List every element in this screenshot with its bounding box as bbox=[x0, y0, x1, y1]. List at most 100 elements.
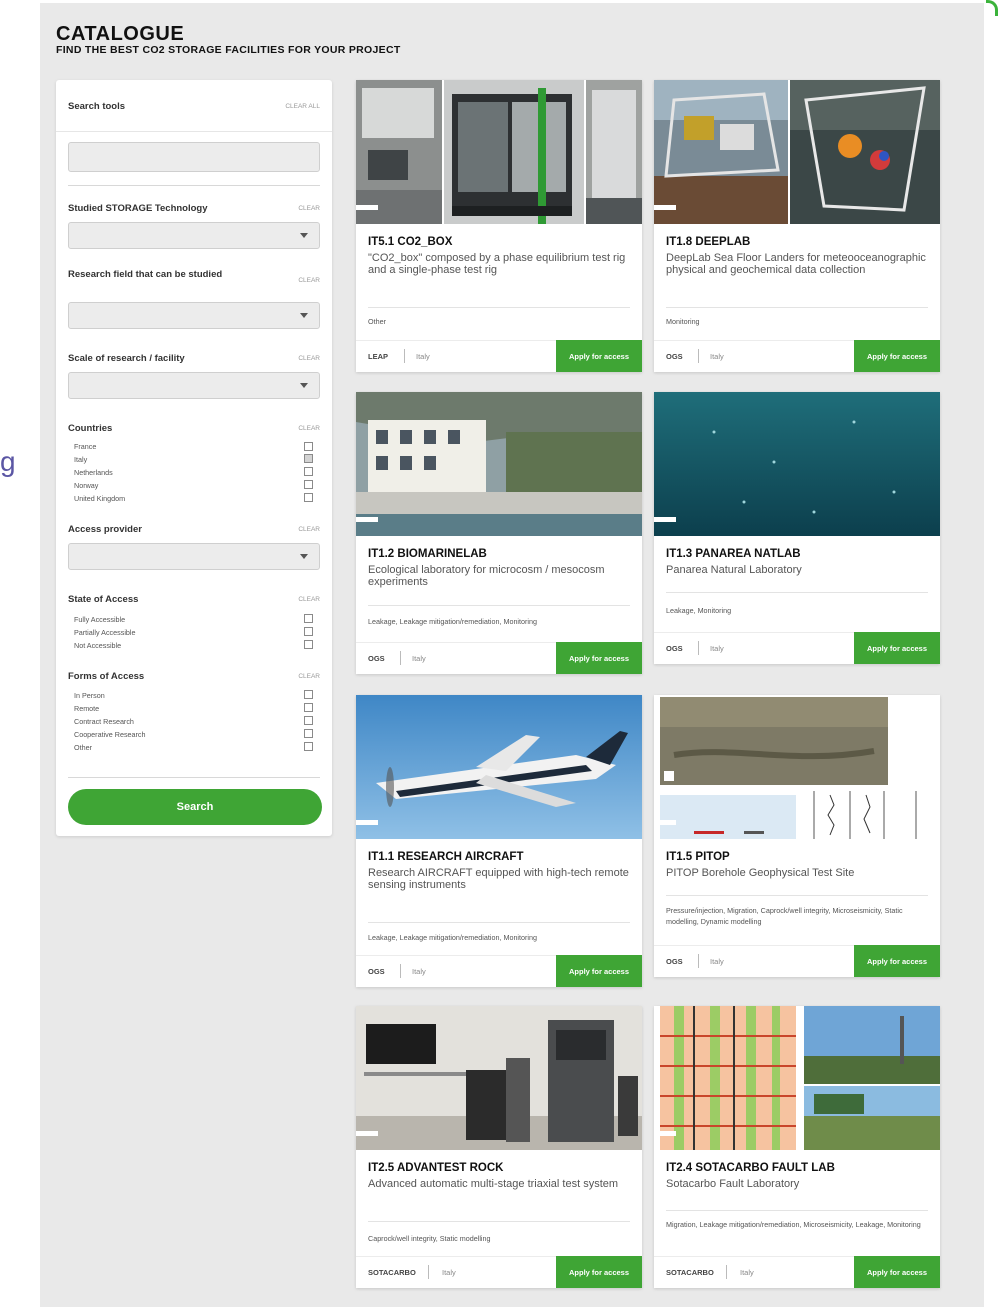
clear-storage-technology-link[interactable]: CLEAR bbox=[298, 205, 320, 212]
country-checkbox-italy[interactable] bbox=[304, 454, 313, 463]
provider-name: OGS bbox=[368, 967, 385, 976]
image-indicator bbox=[356, 517, 378, 522]
facility-research-tags: Leakage, Monitoring bbox=[666, 606, 732, 615]
state-option-label: Not Accessible bbox=[74, 641, 122, 650]
apply-for-access-button[interactable]: Apply for access bbox=[854, 945, 940, 977]
apply-for-access-button[interactable]: Apply for access bbox=[556, 340, 642, 372]
form-option-label: Other bbox=[74, 743, 92, 752]
provider-name: OGS bbox=[666, 352, 683, 361]
apply-for-access-button[interactable]: Apply for access bbox=[556, 955, 642, 987]
clear-research-field-link[interactable]: CLEAR bbox=[298, 277, 320, 284]
facility-image bbox=[356, 695, 642, 839]
facility-title[interactable]: IT1.1 RESEARCH AIRCRAFT bbox=[368, 851, 523, 863]
filter-sidebar: Search tools CLEAR ALL Studied STORAGE T… bbox=[56, 80, 332, 836]
facility-card[interactable]: IT1.1 RESEARCH AIRCRAFT Research AIRCRAF… bbox=[356, 695, 642, 987]
facility-image bbox=[356, 80, 642, 224]
state-option-label: Partially Accessible bbox=[74, 628, 136, 637]
form-checkbox-cooperative-research[interactable] bbox=[304, 729, 313, 738]
clear-forms-of-access-link[interactable]: CLEAR bbox=[298, 673, 320, 680]
apply-for-access-button[interactable]: Apply for access bbox=[854, 632, 940, 664]
separator bbox=[698, 349, 699, 363]
clear-countries-link[interactable]: CLEAR bbox=[298, 425, 320, 432]
form-checkbox-other[interactable] bbox=[304, 742, 313, 751]
facility-title[interactable]: IT1.5 PITOP bbox=[666, 851, 730, 863]
search-input[interactable] bbox=[68, 142, 320, 172]
access-provider-select[interactable] bbox=[68, 543, 320, 570]
state-checkbox-partially-accessible[interactable] bbox=[304, 627, 313, 636]
country-checkbox-france[interactable] bbox=[304, 442, 313, 451]
card-footer: OGS Italy Apply for access bbox=[654, 945, 940, 977]
facility-image bbox=[654, 392, 940, 536]
image-indicator bbox=[654, 820, 676, 825]
chevron-down-icon bbox=[300, 313, 308, 318]
divider bbox=[68, 185, 320, 186]
state-checkbox-fully-accessible[interactable] bbox=[304, 614, 313, 623]
country-name: Italy bbox=[442, 1268, 456, 1277]
apply-for-access-button[interactable]: Apply for access bbox=[854, 1256, 940, 1288]
forms-of-access-label: Forms of Access bbox=[68, 671, 145, 682]
card-footer: LEAP Italy Apply for access bbox=[356, 340, 642, 372]
page-subtitle: FIND THE BEST CO2 STORAGE FACILITIES FOR… bbox=[56, 44, 401, 56]
page-edge-text: g bbox=[0, 446, 16, 477]
apply-for-access-button[interactable]: Apply for access bbox=[556, 642, 642, 674]
facility-title[interactable]: IT1.3 PANAREA NATLAB bbox=[666, 548, 801, 560]
facility-title[interactable]: IT5.1 CO2_BOX bbox=[368, 236, 452, 248]
clear-scale-link[interactable]: CLEAR bbox=[298, 355, 320, 362]
facility-card[interactable]: IT1.5 PITOP PITOP Borehole Geophysical T… bbox=[654, 695, 940, 977]
facility-description: Ecological laboratory for microcosm / me… bbox=[368, 564, 605, 588]
country-option-label: Netherlands bbox=[74, 468, 113, 477]
facility-card[interactable]: IT1.3 PANAREA NATLAB Panarea Natural Lab… bbox=[654, 392, 940, 664]
research-field-select[interactable] bbox=[68, 302, 320, 329]
facility-card[interactable]: IT2.5 ADVANTEST ROCK Advanced automatic … bbox=[356, 1006, 642, 1288]
state-checkbox-not-accessible[interactable] bbox=[304, 640, 313, 649]
form-checkbox-in-person[interactable] bbox=[304, 690, 313, 699]
state-option-label: Fully Accessible bbox=[74, 615, 126, 624]
facility-card[interactable]: IT1.8 DEEPLAB DeepLab Sea Floor Landers … bbox=[654, 80, 940, 372]
form-option-label: Remote bbox=[74, 704, 100, 713]
divider bbox=[368, 307, 630, 308]
facility-card[interactable]: IT2.4 SOTACARBO FAULT LAB Sotacarbo Faul… bbox=[654, 1006, 940, 1288]
facility-description: Research AIRCRAFT equipped with high-tec… bbox=[368, 867, 629, 891]
clear-state-of-access-link[interactable]: CLEAR bbox=[298, 596, 320, 603]
image-indicator bbox=[654, 1131, 676, 1136]
facility-research-tags: Leakage, Leakage mitigation/remediation,… bbox=[368, 617, 538, 626]
card-footer: OGS Italy Apply for access bbox=[654, 632, 940, 664]
form-option-label: In Person bbox=[74, 691, 105, 700]
filter-storage-technology-label: Studied STORAGE Technology bbox=[68, 203, 208, 214]
apply-for-access-button[interactable]: Apply for access bbox=[556, 1256, 642, 1288]
provider-name: SOTACARBO bbox=[666, 1268, 714, 1277]
country-checkbox-norway[interactable] bbox=[304, 480, 313, 489]
facility-research-tags: Migration, Leakage mitigation/remediatio… bbox=[666, 1220, 921, 1229]
form-checkbox-remote[interactable] bbox=[304, 703, 313, 712]
country-name: Italy bbox=[416, 352, 430, 361]
facility-title[interactable]: IT1.8 DEEPLAB bbox=[666, 236, 750, 248]
facility-research-tags: Pressure/injection, Migration, Caprock/w… bbox=[666, 906, 903, 926]
corner-accent bbox=[986, 0, 998, 16]
apply-for-access-button[interactable]: Apply for access bbox=[854, 340, 940, 372]
provider-name: OGS bbox=[368, 654, 385, 663]
facility-title[interactable]: IT1.2 BIOMARINELAB bbox=[368, 548, 487, 560]
country-name: Italy bbox=[740, 1268, 754, 1277]
facility-title[interactable]: IT2.5 ADVANTEST ROCK bbox=[368, 1162, 503, 1174]
form-checkbox-contract-research[interactable] bbox=[304, 716, 313, 725]
card-footer: OGS Italy Apply for access bbox=[654, 340, 940, 372]
divider bbox=[368, 1221, 630, 1222]
facility-description: "CO2_box" composed by a phase equilibriu… bbox=[368, 252, 626, 276]
facility-title[interactable]: IT2.4 SOTACARBO FAULT LAB bbox=[666, 1162, 835, 1174]
filter-scale-label: Scale of research / facility bbox=[68, 353, 185, 364]
country-option-label: United Kingdom bbox=[74, 494, 126, 503]
clear-all-link[interactable]: CLEAR ALL bbox=[285, 103, 320, 110]
scale-select[interactable] bbox=[68, 372, 320, 399]
country-name: Italy bbox=[412, 967, 426, 976]
country-name: Italy bbox=[412, 654, 426, 663]
facility-card[interactable]: IT5.1 CO2_BOX "CO2_box" composed by a ph… bbox=[356, 80, 642, 372]
search-button[interactable]: Search bbox=[68, 789, 322, 825]
clear-access-provider-link[interactable]: CLEAR bbox=[298, 526, 320, 533]
divider bbox=[666, 307, 928, 308]
country-checkbox-united-kingdom[interactable] bbox=[304, 493, 313, 502]
storage-technology-select[interactable] bbox=[68, 222, 320, 249]
country-checkbox-netherlands[interactable] bbox=[304, 467, 313, 476]
facility-card[interactable]: IT1.2 BIOMARINELAB Ecological laboratory… bbox=[356, 392, 642, 674]
facility-image bbox=[654, 80, 940, 224]
image-indicator bbox=[356, 205, 378, 210]
